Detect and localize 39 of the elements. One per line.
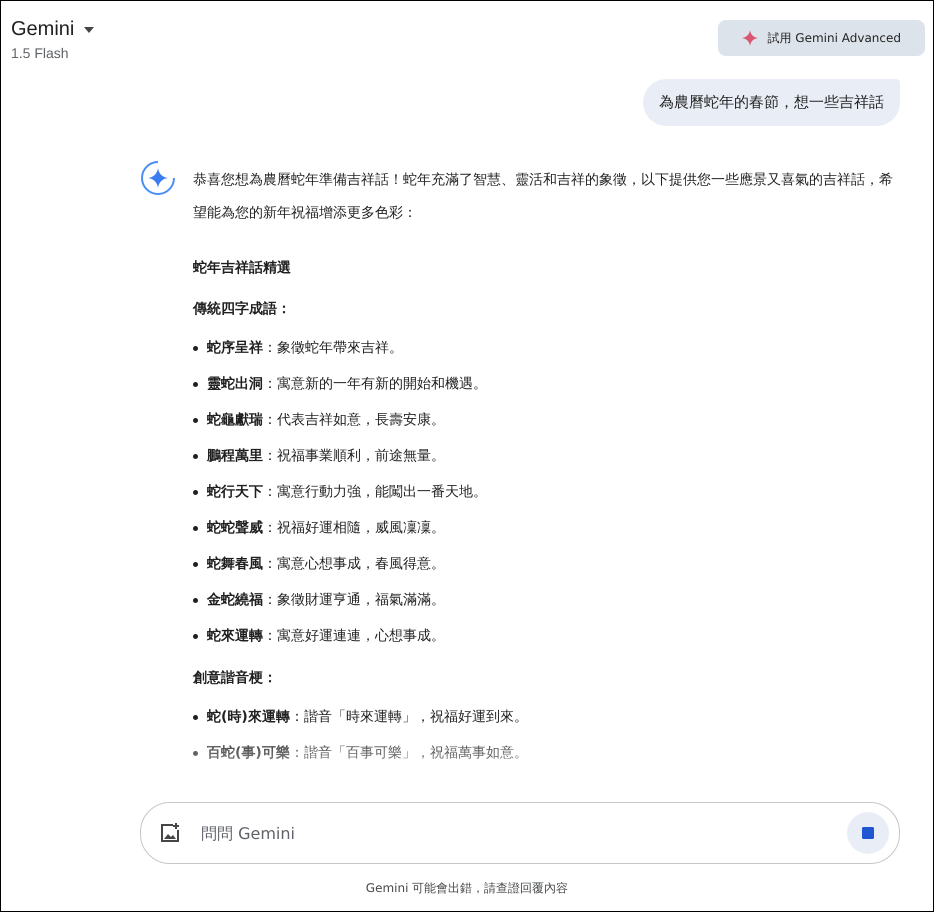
app-title[interactable]: Gemini bbox=[11, 18, 74, 41]
bullet-icon bbox=[193, 418, 198, 422]
sparkle-icon bbox=[742, 30, 758, 46]
list-item: 百蛇(事)可樂：諧音「百事可樂」，祝福萬事如意。 bbox=[207, 744, 528, 763]
list-item: 蛇序呈祥：象徵蛇年帶來吉祥。 bbox=[207, 338, 403, 358]
bullet-icon bbox=[193, 346, 198, 350]
bullet-icon bbox=[193, 634, 198, 638]
add-image-icon[interactable] bbox=[159, 822, 181, 844]
section-heading: 傳統四字成語： bbox=[193, 300, 292, 319]
list-item: 蛇龜獻瑞：代表吉祥如意，長壽安康。 bbox=[207, 411, 445, 430]
stop-icon bbox=[862, 827, 874, 839]
bullet-icon bbox=[193, 490, 198, 494]
bullet-icon bbox=[193, 382, 198, 386]
list-item: 蛇舞春風：寓意心想事成，春風得意。 bbox=[207, 555, 445, 574]
bullet-icon bbox=[193, 562, 198, 566]
list-item: 鵬程萬里：祝福事業順利，前途無量。 bbox=[207, 447, 445, 466]
list-item: 金蛇繞福：象徵財運亨通，福氣滿滿。 bbox=[207, 591, 445, 610]
prompt-input[interactable]: 問問 Gemini bbox=[199, 822, 829, 844]
user-message: 為農曆蛇年的春節，想一些吉祥話 bbox=[643, 79, 900, 126]
response-paragraph: 恭喜您想為農曆蛇年準備吉祥話！蛇年充滿了智慧、靈活和吉祥的象徵，以下提供您一些應景又喜氣的吉祥話，希望能為您的新年祝福增添更多色彩： bbox=[193, 171, 894, 223]
disclaimer-text: Gemini 可能會出錯，請查證回覆內容 bbox=[364, 880, 570, 897]
bullet-icon bbox=[193, 750, 198, 756]
bullet-icon bbox=[193, 454, 198, 458]
bullet-icon bbox=[193, 714, 198, 720]
list-item: 蛇(時)來運轉：諧音「時來運轉」，祝福好運到來。 bbox=[207, 708, 528, 727]
prompt-field[interactable]: 問問 Gemini bbox=[140, 802, 900, 864]
dropdown-caret-icon[interactable] bbox=[84, 26, 94, 32]
model-label: 1.5 Flash bbox=[11, 45, 70, 61]
list-item: 蛇來運轉：寓意好運連連，心想事成。 bbox=[207, 627, 445, 646]
list-item: 蛇蛇聲威：祝福好運相隨，威風凜凜。 bbox=[207, 519, 445, 538]
bullet-icon bbox=[193, 598, 198, 602]
sparkle-icon bbox=[140, 160, 176, 196]
stop-button[interactable] bbox=[847, 812, 889, 854]
bullet-icon bbox=[193, 526, 198, 530]
response-heading: 蛇年吉祥話精選 bbox=[193, 259, 292, 278]
upgrade-button[interactable]: 試用 Gemini Advanced bbox=[718, 20, 925, 56]
list-item: 靈蛇出洞：寓意新的一年有新的開始和機遇。 bbox=[207, 375, 487, 394]
section-heading: 創意諧音梗： bbox=[193, 668, 278, 688]
list-item: 蛇行天下：寓意行動力強，能闖出一番天地。 bbox=[207, 483, 487, 502]
